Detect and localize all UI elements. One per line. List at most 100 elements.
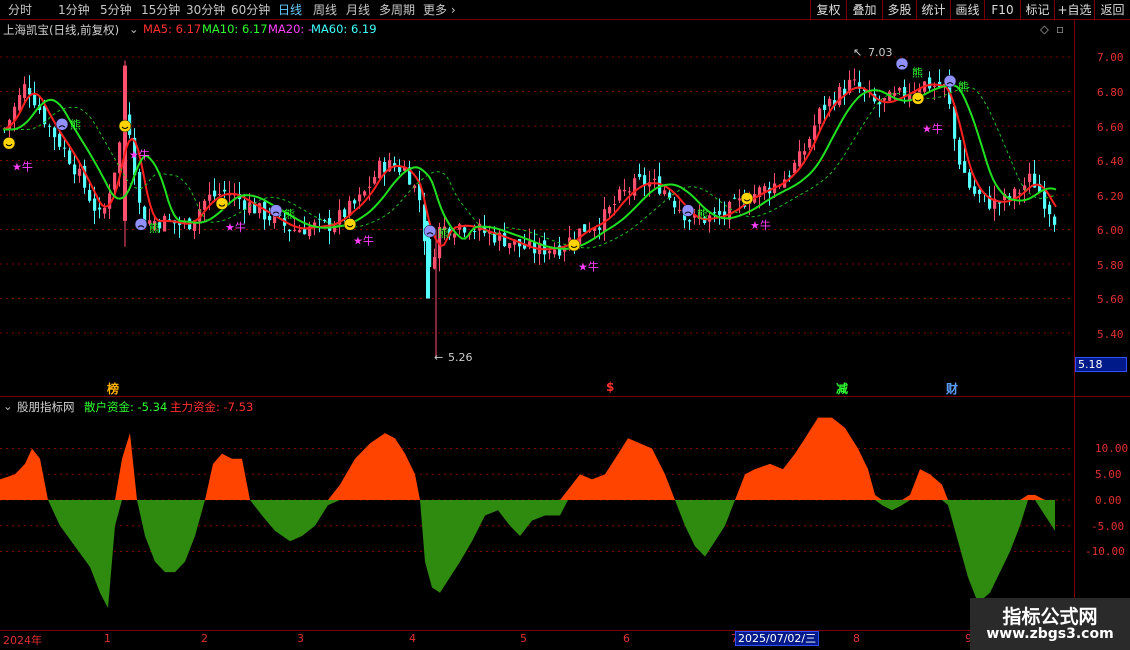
price-tick: 6.00 [1097, 224, 1124, 237]
candle-body [823, 104, 827, 111]
candle-body [933, 85, 937, 87]
overlay-button[interactable]: 叠加 [846, 0, 882, 20]
candle-body [288, 229, 292, 232]
signal-face-icon [911, 92, 925, 105]
signal-face-icon [2, 137, 16, 150]
face-circle [895, 57, 909, 71]
low-price-label: 5.26 [448, 351, 473, 364]
candle-body [788, 175, 792, 177]
period-tab-30min[interactable]: 30分钟 [186, 2, 225, 18]
period-tab-multi[interactable]: 多周期 [379, 2, 415, 18]
candle-body [378, 160, 382, 179]
signal-face-icon [118, 119, 132, 133]
period-tab-60min[interactable]: 60分钟 [231, 2, 270, 18]
candle-body [838, 86, 842, 106]
bear-signal-label: 熊 [149, 221, 160, 235]
face-circle [215, 197, 229, 210]
bull-signal-label: ★牛 [922, 122, 943, 136]
candle-body [343, 209, 347, 217]
candle-body [828, 98, 832, 107]
period-tab-5min[interactable]: 5分钟 [100, 2, 132, 18]
signal-face-icon [343, 218, 357, 231]
add-favorite-button[interactable]: +自选 [1054, 0, 1094, 20]
candle-body [543, 240, 547, 255]
bull-signal-label: ★牛 [353, 234, 374, 248]
signal-face-icon [943, 74, 957, 88]
period-tab-weekly[interactable]: 周线 [313, 2, 337, 18]
restore-rights-button[interactable]: 复权 [810, 0, 846, 20]
candle-body [218, 194, 222, 196]
candle-body [53, 127, 57, 138]
candlestick-chart[interactable]: ★牛★牛★牛★牛★牛★牛★牛熊熊熊熊熊熊熊↖ 7.03← 5.26 [0, 20, 1074, 395]
period-tab-fenshi[interactable]: 分时 [8, 2, 32, 18]
candle-body [1053, 216, 1057, 225]
candle-body [113, 172, 117, 190]
bull-signal-label: ★牛 [12, 160, 33, 174]
event-mark-finance[interactable]: 财 [946, 380, 958, 397]
price-tick: 5.80 [1097, 259, 1124, 272]
candle-body [928, 77, 932, 89]
event-mark-dollar[interactable]: $ [606, 380, 614, 394]
candle-body [663, 190, 667, 195]
candle-body [208, 194, 212, 201]
period-tab-monthly[interactable]: 月线 [346, 2, 370, 18]
candle-body [323, 219, 327, 221]
candle-body [93, 198, 97, 211]
signal-face-icon [55, 118, 69, 131]
candle-body [718, 211, 722, 215]
period-tab-1min[interactable]: 1分钟 [58, 2, 90, 18]
indicator-tick: 5.00 [1095, 468, 1122, 481]
back-button[interactable]: 返回 [1094, 0, 1130, 20]
period-tab-daily[interactable]: 日线 [278, 2, 302, 18]
candle-body [623, 189, 627, 192]
candle-body [293, 229, 297, 231]
candle-body [733, 197, 737, 199]
date-label: 5 [520, 632, 527, 645]
date-label: 2024年 [3, 634, 42, 647]
period-tab-15min[interactable]: 15分钟 [141, 2, 180, 18]
face-circle [134, 218, 148, 231]
candle-body [268, 215, 272, 221]
candle-body [763, 186, 767, 192]
stock-chart-app: 分时 1分钟 5分钟 15分钟 30分钟 60分钟 日线 周线 月线 多周期 更… [0, 0, 1130, 650]
retail-funds-area [0, 500, 1055, 609]
candle-body [678, 209, 682, 211]
multi-stock-button[interactable]: 多股 [882, 0, 916, 20]
price-tick: 5.40 [1097, 328, 1124, 341]
candle-body [598, 227, 602, 230]
candle-body [808, 138, 812, 148]
indicator-chart[interactable] [0, 397, 1074, 630]
candle-body [548, 250, 552, 254]
draw-line-button[interactable]: 画线 [950, 0, 984, 20]
watermark-url: www.zbgs3.com [986, 626, 1114, 642]
high-arrow-icon: ↖ [853, 46, 862, 59]
candle-body [583, 224, 587, 232]
signal-face-icon [423, 224, 437, 238]
candle-body [998, 202, 1002, 204]
candle-body [898, 88, 902, 91]
period-toolbar: 分时 1分钟 5分钟 15分钟 30分钟 60分钟 日线 周线 月线 多周期 更… [0, 0, 1130, 20]
candle-body [508, 243, 512, 249]
candle-body [613, 203, 617, 205]
candle-body [398, 167, 402, 173]
signal-face-icon [215, 197, 229, 210]
current-price-tag: 5.18 [1075, 357, 1127, 372]
event-mark-bang[interactable]: 榜 [107, 380, 119, 397]
candle-body [968, 172, 972, 188]
date-label: 4 [409, 632, 416, 645]
candle-body [23, 84, 27, 98]
candle-body [818, 108, 822, 124]
main-funds-area [0, 417, 1055, 500]
watermark: 指标公式网 www.zbgs3.com [970, 598, 1130, 650]
candle-body [373, 176, 377, 184]
event-mark-reduce[interactable]: 减 [836, 380, 848, 397]
statistics-button[interactable]: 统计 [916, 0, 950, 20]
more-periods-button[interactable]: 更多 › [423, 2, 456, 18]
candle-body [358, 194, 362, 202]
f10-button[interactable]: F10 [984, 0, 1020, 20]
candle-body [103, 207, 107, 214]
candle-body [798, 151, 802, 167]
face-circle [911, 92, 925, 105]
mark-button[interactable]: 标记 [1020, 0, 1054, 20]
candle-body [553, 249, 557, 255]
